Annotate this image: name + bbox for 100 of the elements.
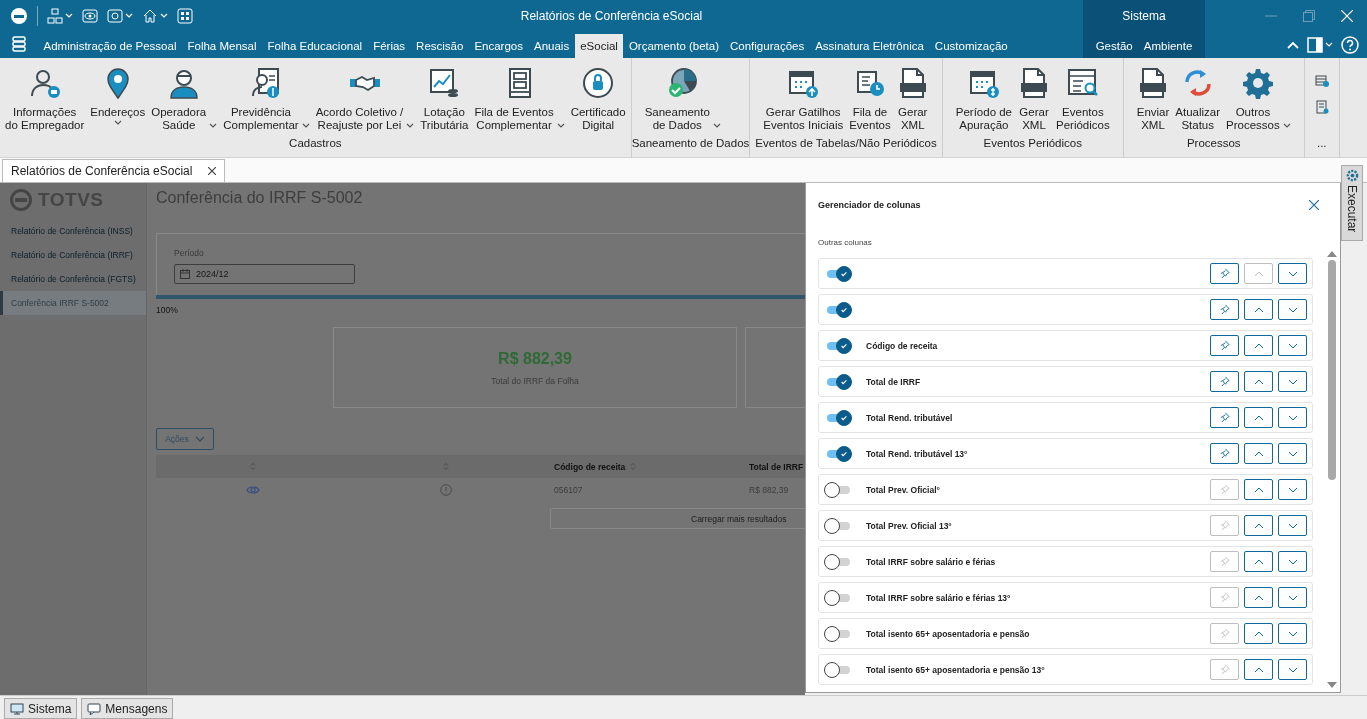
ribbon-button[interactable]: Período de Apuração (952, 67, 1015, 137)
menu-tab[interactable]: Customização (929, 34, 1014, 58)
move-down-button[interactable] (1278, 551, 1307, 572)
move-down-button[interactable] (1278, 371, 1307, 392)
menu-tab[interactable]: eSocial (574, 34, 624, 58)
home-icon[interactable] (142, 7, 158, 24)
chevron-up-icon (1253, 378, 1264, 385)
status-button[interactable]: Sistema (4, 698, 78, 719)
ribbon-button[interactable]: Previdência Complementar (220, 67, 313, 137)
chevron-up-icon (1253, 558, 1264, 565)
visibility-toggle[interactable] (824, 517, 852, 534)
visibility-toggle[interactable] (824, 661, 852, 678)
move-up-button[interactable] (1244, 551, 1273, 572)
menu-tab[interactable]: Administração de Pessoal (38, 34, 182, 58)
collapse-ribbon-icon[interactable] (1287, 40, 1299, 49)
menu-tab[interactable]: Encargos (468, 34, 529, 58)
caret-icon (1325, 42, 1333, 47)
menu-tab[interactable]: Configurações (724, 34, 810, 58)
visibility-toggle[interactable] (824, 481, 852, 498)
ribbon-button[interactable]: Operadora Saúde (148, 67, 221, 137)
status-button[interactable]: Mensagens (81, 698, 174, 719)
help-icon[interactable] (1341, 35, 1359, 54)
ribbon-button[interactable]: Endereços (87, 67, 149, 137)
ribbon-button[interactable]: Gerar XML (1015, 67, 1053, 137)
menu-tab[interactable]: Gestão (1090, 34, 1139, 58)
ribbon-button[interactable]: Fila de Eventos (846, 67, 894, 137)
ribbon-button[interactable]: Outros Processos (1223, 67, 1294, 137)
menu-tab[interactable]: Férias (367, 34, 411, 58)
ribbon-button[interactable]: Atualizar Status (1172, 67, 1224, 137)
ribbon-button[interactable]: Acordo Coletivo / Reajuste por Lei (312, 67, 418, 137)
ribbon-button[interactable]: Certificado Digital (567, 67, 629, 137)
ribbon-button[interactable]: Fila de Eventos Complementar (471, 67, 568, 137)
pin-button[interactable] (1210, 443, 1239, 464)
menu-tab[interactable]: Ambiente (1138, 34, 1198, 58)
document-search-icon[interactable] (1314, 100, 1329, 114)
move-down-button[interactable] (1278, 407, 1307, 428)
move-down-button[interactable] (1278, 479, 1307, 500)
close-icon[interactable] (208, 167, 217, 175)
layout-icon[interactable] (1307, 36, 1323, 53)
app-logo-icon[interactable] (10, 6, 28, 25)
caret-icon (65, 13, 73, 18)
visibility-toggle[interactable] (824, 625, 852, 642)
pin-button[interactable] (1210, 299, 1239, 320)
side-panel-tab[interactable]: Executar (1341, 165, 1363, 241)
chevron-down-icon (1287, 630, 1298, 637)
menu-tab[interactable]: Orçamento (beta) (623, 34, 725, 58)
move-down-button[interactable] (1278, 335, 1307, 356)
move-down-button[interactable] (1278, 299, 1307, 320)
column-header[interactable]: Código de receita (554, 461, 626, 472)
move-up-button[interactable] (1244, 443, 1273, 464)
document-tab[interactable]: Relatórios de Conferência eSocial (2, 159, 226, 182)
move-up-button[interactable] (1244, 623, 1273, 644)
menu-tab[interactable]: Folha Educacional (262, 34, 368, 58)
menu-icon[interactable] (12, 36, 26, 52)
move-up-button[interactable] (1244, 659, 1273, 680)
table-gear-icon[interactable] (1314, 74, 1329, 88)
menu-tab[interactable]: Rescisão (410, 34, 469, 58)
chevron-down-icon (1287, 414, 1298, 421)
ribbon-button[interactable]: Informações do Empregador (2, 67, 88, 137)
menu-tab[interactable]: Assinatura Eletrônica (809, 34, 930, 58)
close-icon[interactable] (1309, 200, 1319, 210)
scroll-up-icon[interactable] (1327, 250, 1337, 257)
visibility-toggle[interactable] (824, 589, 852, 606)
summary-value: R$ 882,39 (498, 349, 572, 368)
scroll-down-icon[interactable] (1327, 682, 1337, 689)
move-up-button[interactable] (1244, 407, 1273, 428)
org-chart-icon[interactable] (47, 7, 63, 24)
move-up-button[interactable] (1244, 587, 1273, 608)
move-down-button[interactable] (1278, 659, 1307, 680)
move-down-button[interactable] (1278, 263, 1307, 284)
pin-button[interactable] (1210, 371, 1239, 392)
menu-tab[interactable]: Folha Mensal (181, 34, 262, 58)
chevron-up-icon (1253, 270, 1264, 277)
ribbon-button[interactable]: Lotação Tributária (417, 67, 472, 137)
ribbon-button[interactable]: Saneamento de Dados (641, 67, 724, 137)
ribbon-button[interactable]: Gerar XML (893, 67, 932, 137)
pin-button[interactable] (1210, 335, 1239, 356)
move-up-button[interactable] (1244, 299, 1273, 320)
grid-icon[interactable] (177, 7, 193, 24)
move-down-button[interactable] (1278, 515, 1307, 536)
period-field[interactable]: 2024/12 (174, 264, 355, 284)
move-up-button[interactable] (1244, 335, 1273, 356)
move-up-button[interactable] (1244, 479, 1273, 500)
ribbon-button[interactable]: Eventos Periódicos (1053, 67, 1113, 137)
pin-button[interactable] (1210, 263, 1239, 284)
move-down-button[interactable] (1278, 443, 1307, 464)
column-header[interactable]: Total de IRRF (749, 461, 804, 472)
column-name: Total de IRRF (866, 376, 922, 387)
move-down-button[interactable] (1278, 587, 1307, 608)
menu-tab[interactable]: Anuais (528, 34, 575, 58)
ribbon-button[interactable]: Enviar XML (1133, 67, 1173, 137)
move-down-button[interactable] (1278, 623, 1307, 644)
pin-button[interactable] (1210, 407, 1239, 428)
move-up-button[interactable] (1244, 371, 1273, 392)
eye-icon[interactable] (82, 7, 98, 24)
visibility-toggle[interactable] (824, 553, 852, 570)
load-more-button[interactable]: Carregar mais resultados (550, 508, 805, 529)
move-up-button[interactable] (1244, 515, 1273, 536)
ribbon-button[interactable]: Gerar Gatilhos Eventos Iniciais (760, 67, 847, 137)
scrollbar-thumb[interactable] (1328, 260, 1336, 480)
